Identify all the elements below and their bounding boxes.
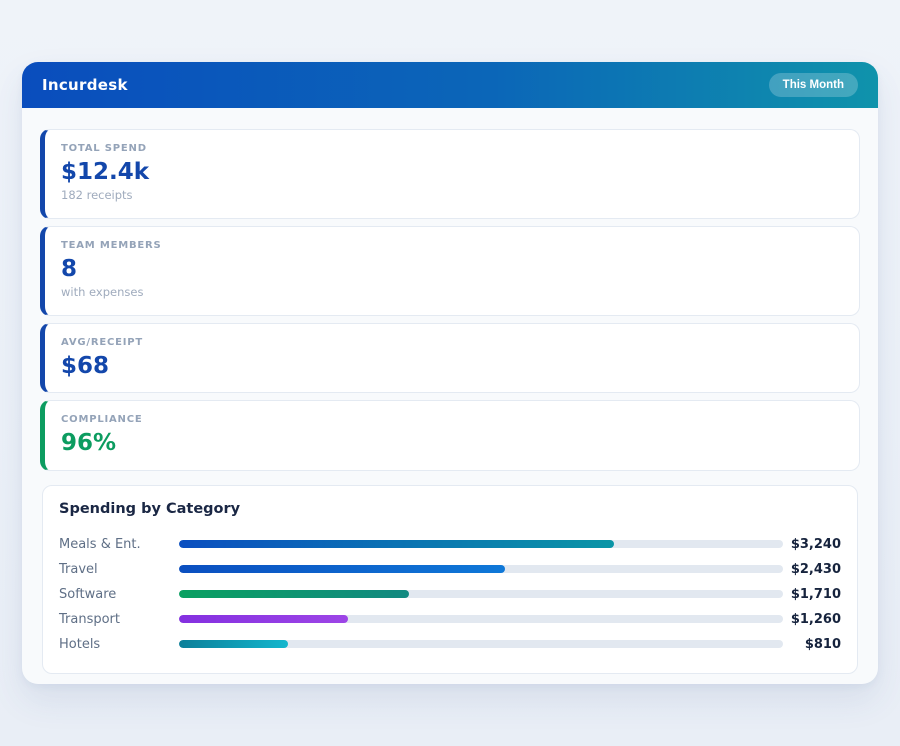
stat-card: AVG/RECEIPT $68	[40, 323, 860, 393]
spending-by-category-card: Spending by Category Meals & Ent. $3,240…	[42, 485, 858, 674]
stat-label: AVG/RECEIPT	[61, 337, 843, 348]
category-bar-track	[179, 590, 783, 598]
category-bar-fill	[179, 565, 505, 573]
category-amount: $1,710	[783, 587, 841, 602]
stat-value: $12.4k	[61, 159, 843, 185]
category-bar-fill	[179, 590, 409, 598]
period-filter-badge[interactable]: This Month	[769, 73, 858, 97]
category-bar-track	[179, 540, 783, 548]
spending-chart-title: Spending by Category	[59, 501, 841, 517]
dashboard-panel: Incurdesk This Month TOTAL SPEND $12.4k …	[22, 62, 878, 684]
category-label: Software	[59, 587, 179, 602]
stat-value: 8	[61, 256, 843, 282]
category-bar-fill	[179, 640, 288, 648]
stat-label: TEAM MEMBERS	[61, 240, 843, 251]
stat-card: TEAM MEMBERS 8 with expenses	[40, 226, 860, 316]
category-amount: $3,240	[783, 537, 841, 552]
category-amount: $1,260	[783, 612, 841, 627]
category-bar-track	[179, 615, 783, 623]
category-amount: $810	[783, 637, 841, 652]
category-row: Transport $1,260	[59, 607, 841, 632]
stat-value: 96%	[61, 430, 843, 456]
category-bar-track	[179, 640, 783, 648]
stat-subtext: with expenses	[61, 285, 843, 299]
category-label: Hotels	[59, 637, 179, 652]
category-label: Meals & Ent.	[59, 537, 179, 552]
category-amount: $2,430	[783, 562, 841, 577]
category-label: Transport	[59, 612, 179, 627]
stat-card: COMPLIANCE 96%	[40, 400, 860, 470]
app-header: Incurdesk This Month	[22, 62, 878, 108]
stat-subtext: 182 receipts	[61, 188, 843, 202]
category-bar-fill	[179, 540, 614, 548]
category-row: Travel $2,430	[59, 557, 841, 582]
category-bar-fill	[179, 615, 348, 623]
category-bar-track	[179, 565, 783, 573]
stat-label: TOTAL SPEND	[61, 143, 843, 154]
stat-value: $68	[61, 353, 843, 379]
category-row: Hotels $810	[59, 632, 841, 657]
spending-chart-rows: Meals & Ent. $3,240 Travel $2,430 Softwa…	[59, 532, 841, 657]
app-title: Incurdesk	[42, 76, 128, 94]
category-row: Software $1,710	[59, 582, 841, 607]
stat-label: COMPLIANCE	[61, 414, 843, 425]
stat-card: TOTAL SPEND $12.4k 182 receipts	[40, 129, 860, 219]
stats-section: TOTAL SPEND $12.4k 182 receipts TEAM MEM…	[22, 108, 878, 471]
category-row: Meals & Ent. $3,240	[59, 532, 841, 557]
category-label: Travel	[59, 562, 179, 577]
